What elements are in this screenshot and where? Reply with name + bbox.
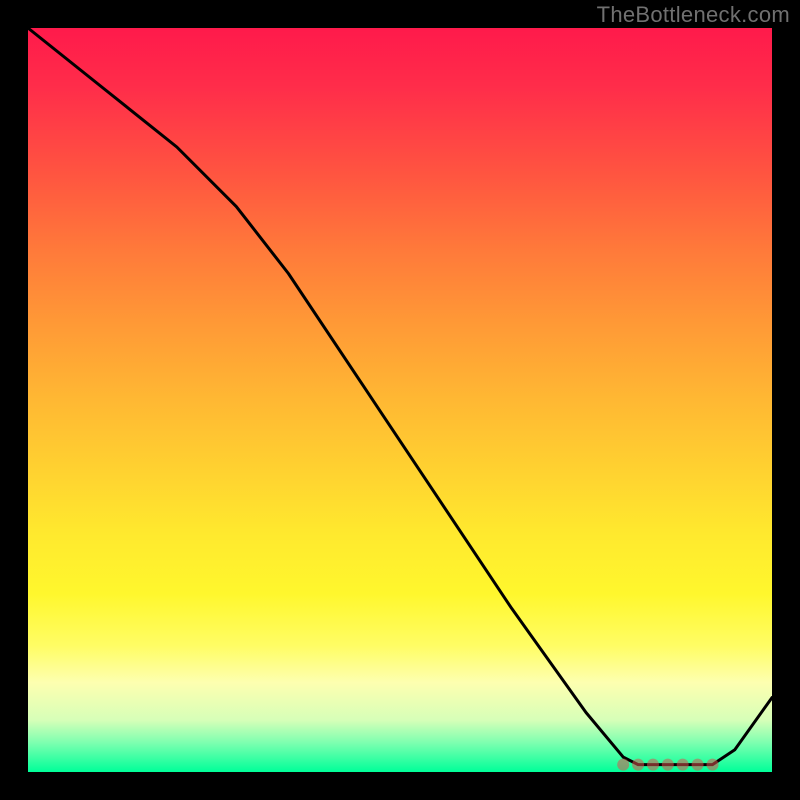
chart-svg <box>28 28 772 772</box>
marker-dot <box>632 759 644 771</box>
marker-dot <box>662 759 674 771</box>
marker-dot <box>647 759 659 771</box>
marker-dot <box>707 759 719 771</box>
marker-dot <box>692 759 704 771</box>
marker-dot <box>617 759 629 771</box>
chart-frame: TheBottleneck.com <box>0 0 800 800</box>
marker-dot <box>677 759 689 771</box>
watermark-text: TheBottleneck.com <box>597 2 790 28</box>
bottleneck-curve-line <box>28 28 772 765</box>
